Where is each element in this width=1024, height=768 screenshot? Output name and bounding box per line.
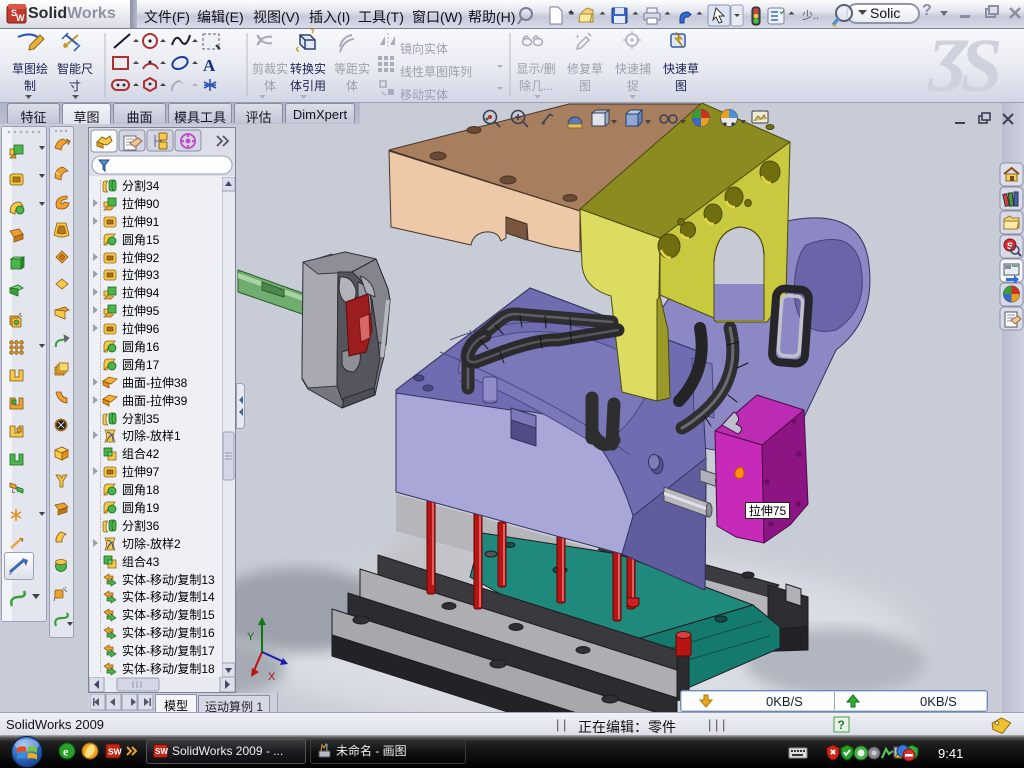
svg-text:SW: SW [108,747,123,757]
svg-text:e: e [63,745,69,759]
svg-text:X: X [268,671,276,683]
svg-text:SW: SW [155,747,168,756]
svg-text:S: S [1007,241,1013,251]
svg-text:少..: 少.. [802,9,819,22]
svg-text:W: W [16,13,25,23]
svg-text:Y: Y [247,631,255,643]
svg-text:?: ? [838,718,845,732]
svg-text:+: + [575,32,580,41]
svg-text:A: A [203,56,216,75]
